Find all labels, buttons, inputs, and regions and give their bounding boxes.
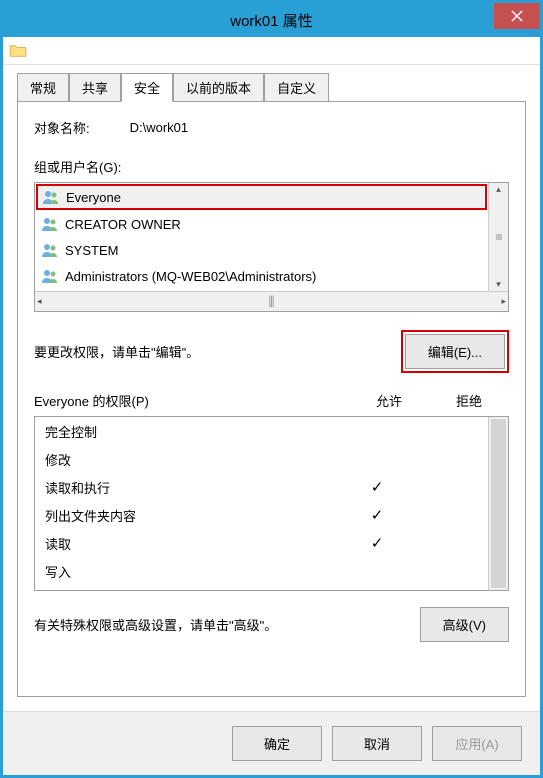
object-name-label: 对象名称: — [34, 118, 90, 137]
advanced-prompt-label: 有关特殊权限或高级设置，请单击"高级"。 — [34, 615, 420, 634]
security-panel: 对象名称: D:\work01 组或用户名(G): Everyone CREAT… — [17, 101, 526, 697]
window-title: work01 属性 — [3, 10, 540, 31]
permission-name: 完全控制 — [45, 422, 340, 441]
folder-icon — [9, 44, 27, 58]
list-item[interactable]: CREATOR OWNER — [35, 211, 488, 237]
list-item-label: Everyone — [66, 190, 121, 205]
permissions-header: Everyone 的权限(P) — [34, 391, 349, 410]
horizontal-scrollbar[interactable]: ◂ ⫼ ▸ — [35, 291, 508, 311]
users-icon — [41, 216, 59, 232]
allow-check-icon: ✓ — [340, 506, 414, 524]
permission-row[interactable]: 读取✓ — [35, 529, 488, 557]
list-item-label: SYSTEM — [65, 243, 118, 258]
cancel-button[interactable]: 取消 — [332, 726, 422, 761]
permission-row[interactable]: 列出文件夹内容✓ — [35, 501, 488, 529]
groups-listbox[interactable]: Everyone CREATOR OWNER SYSTEM Admin — [34, 182, 509, 312]
object-name-value: D:\work01 — [130, 120, 189, 135]
list-item-label: CREATOR OWNER — [65, 217, 181, 232]
titlebar: work01 属性 — [3, 3, 540, 37]
scroll-thumb-icon: ≡ — [495, 230, 501, 244]
tab-previous[interactable]: 以前的版本 — [173, 73, 264, 102]
permission-name: 列出文件夹内容 — [45, 506, 340, 525]
properties-dialog: work01 属性 常规 共享 安全 以前的版本 自定义 对象名称: D:\wo… — [0, 0, 543, 778]
tab-security[interactable]: 安全 — [121, 73, 173, 102]
permission-row[interactable]: 读取和执行✓ — [35, 473, 488, 501]
edit-button[interactable]: 编辑(E)... — [405, 334, 505, 369]
permission-name: 读取 — [45, 534, 340, 553]
scroll-right-icon: ▸ — [501, 296, 506, 307]
deny-column-header: 拒绝 — [429, 391, 509, 410]
tab-sharing[interactable]: 共享 — [69, 73, 121, 102]
allow-check-icon: ✓ — [340, 478, 414, 496]
dialog-button-row: 确定 取消 应用(A) — [3, 711, 540, 775]
permissions-listbox: 完全控制修改读取和执行✓列出文件夹内容✓读取✓写入 — [34, 416, 509, 591]
list-item-label: Administrators (MQ-WEB02\Administrators) — [65, 269, 316, 284]
content-area: 常规 共享 安全 以前的版本 自定义 对象名称: D:\work01 组或用户名… — [3, 65, 540, 711]
groups-label: 组或用户名(G): — [34, 157, 509, 176]
permission-name: 修改 — [45, 450, 340, 469]
tab-strip: 常规 共享 安全 以前的版本 自定义 — [17, 73, 526, 101]
scroll-up-icon: ▴ — [496, 185, 501, 194]
permission-name: 读取和执行 — [45, 478, 340, 497]
permission-row[interactable]: 写入 — [35, 557, 488, 585]
ok-button[interactable]: 确定 — [232, 726, 322, 761]
allow-check-icon: ✓ — [340, 534, 414, 552]
permission-name: 写入 — [45, 562, 340, 581]
scroll-thumb-icon: ⫼ — [42, 294, 502, 310]
scroll-down-icon: ▾ — [496, 280, 501, 289]
close-icon — [511, 10, 523, 22]
allow-column-header: 允许 — [349, 391, 429, 410]
vertical-scrollbar[interactable] — [488, 417, 508, 590]
tab-general[interactable]: 常规 — [17, 73, 69, 102]
users-icon — [42, 189, 60, 205]
close-button[interactable] — [494, 3, 540, 29]
permission-row[interactable]: 修改 — [35, 445, 488, 473]
object-name-row: 对象名称: D:\work01 — [34, 118, 509, 137]
edit-prompt-label: 要更改权限，请单击"编辑"。 — [34, 342, 401, 361]
list-item[interactable]: Administrators (MQ-WEB02\Administrators) — [35, 263, 488, 289]
vertical-scrollbar[interactable]: ▴ ≡ ▾ — [488, 183, 508, 291]
users-icon — [41, 242, 59, 258]
list-item[interactable]: Everyone — [36, 184, 487, 210]
list-item[interactable]: SYSTEM — [35, 237, 488, 263]
apply-button[interactable]: 应用(A) — [432, 726, 522, 761]
advanced-button[interactable]: 高级(V) — [420, 607, 509, 642]
users-icon — [41, 268, 59, 284]
tab-customize[interactable]: 自定义 — [264, 73, 329, 102]
iconbar — [3, 37, 540, 65]
permission-row[interactable]: 完全控制 — [35, 417, 488, 445]
